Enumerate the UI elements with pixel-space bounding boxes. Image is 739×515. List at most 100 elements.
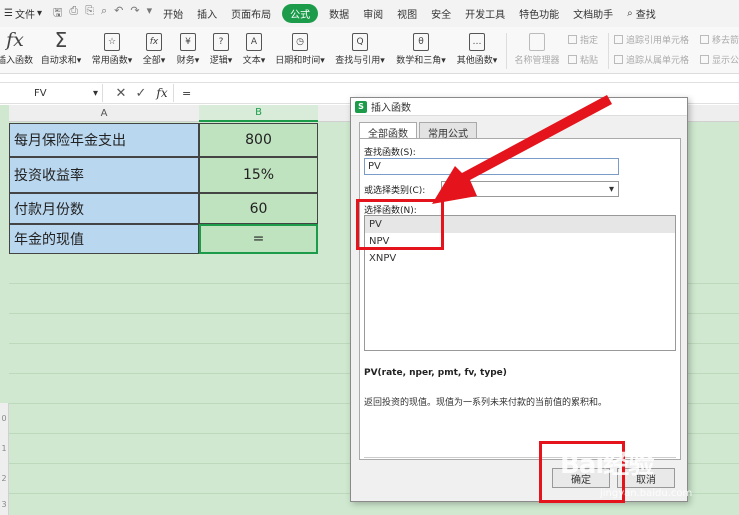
menu-item-insert[interactable]: 插入 xyxy=(190,6,224,21)
ellipsis-icon: … xyxy=(469,33,485,51)
paste-button[interactable]: 粘贴 xyxy=(568,53,598,66)
math-trig-button[interactable]: θ 数学和三角▾ xyxy=(396,27,446,74)
ribbon: fx 插入函数 Σ 自动求和▾ ☆ 常用函数▾ fx 全部▾ ¥ 财务▾ ? 逻… xyxy=(0,27,739,74)
list-item-xnpv[interactable]: XNPV xyxy=(365,250,675,267)
lookup-label: 查找与引用▾ xyxy=(335,56,385,66)
function-description: 返回投资的现值。现值为一系列未来付款的当前值的累积和。 xyxy=(364,398,608,408)
search-function-label: 查找函数(S): xyxy=(364,148,416,158)
text-button[interactable]: A 文本▾ xyxy=(240,27,268,74)
math-trig-label: 数学和三角▾ xyxy=(396,56,446,66)
preview-icon[interactable]: ⌕ xyxy=(101,4,107,23)
category-label: 或选择类别(C): xyxy=(364,186,426,196)
trace-dependents-button[interactable]: 追踪从属单元格 xyxy=(614,53,689,66)
show-formulas-label: 显示公 xyxy=(712,56,739,66)
tab-all-functions[interactable]: 全部函数 xyxy=(359,122,417,140)
name-manager-button[interactable]: 名称管理器 xyxy=(512,27,562,74)
fx-icon: fx xyxy=(6,29,24,51)
lookup-button[interactable]: Q 查找与引用▾ xyxy=(335,27,385,74)
paste-icon xyxy=(568,55,577,64)
trace-dependents-label: 追踪从属单元格 xyxy=(626,56,690,66)
lookup-icon: Q xyxy=(352,33,368,51)
cell-b1[interactable]: 800 xyxy=(199,123,318,157)
logical-button[interactable]: ? 逻辑▾ xyxy=(207,27,235,74)
menu-item-page-layout[interactable]: 页面布局 xyxy=(224,6,278,21)
dialog-panel: 查找函数(S): PV 或选择类别(C): 推 ▾ 选择函数(N): PV NP… xyxy=(359,138,681,460)
specify-button[interactable]: 指定 xyxy=(568,33,598,46)
save-icon[interactable]: 🖫 xyxy=(53,4,62,23)
cell-a1[interactable]: 每月保险年金支出 xyxy=(9,123,199,157)
all-functions-label: 全部▾ xyxy=(142,56,166,66)
menu-item-review[interactable]: 审阅 xyxy=(356,6,390,21)
category-select[interactable]: 推 ▾ xyxy=(441,181,619,197)
fx-icon[interactable]: fx xyxy=(151,86,173,100)
logical-label: 逻辑▾ xyxy=(209,56,233,66)
other-functions-button[interactable]: … 其他函数▾ xyxy=(455,27,499,74)
name-box[interactable]: FV ▾ xyxy=(0,84,103,102)
dialog-tabs: 全部函数 常用公式 xyxy=(359,122,479,140)
baidu-watermark: Bai经验 xyxy=(560,450,654,480)
chevron-down-icon: ▾ xyxy=(92,87,98,99)
more-icon[interactable]: ▾ xyxy=(147,4,153,23)
confirm-icon[interactable]: ✓ xyxy=(131,86,151,101)
question-icon: ? xyxy=(213,33,229,51)
insert-function-label: 插入函数 xyxy=(0,56,33,66)
redo-icon[interactable]: ↷ xyxy=(130,4,139,23)
row-number[interactable]: 1 xyxy=(0,433,9,463)
cell-b4-active[interactable]: = xyxy=(199,224,318,254)
yen-icon: ¥ xyxy=(180,33,196,51)
dialog-title-bar[interactable]: S 插入函数 xyxy=(351,98,687,116)
function-signature: PV(rate, nper, pmt, fv, type) xyxy=(364,368,507,378)
specify-icon xyxy=(568,35,577,44)
financial-button[interactable]: ¥ 财务▾ xyxy=(174,27,202,74)
row-number[interactable]: 0 xyxy=(0,403,9,433)
autosum-button[interactable]: Σ 自动求和▾ xyxy=(39,27,83,74)
menu-item-doc-assistant[interactable]: 文档助手 xyxy=(566,6,620,21)
export-pdf-icon[interactable]: ⎙ xyxy=(69,4,78,23)
menu-item-data[interactable]: 数据 xyxy=(322,6,356,21)
remove-arrows-icon xyxy=(700,35,709,44)
cell-a4[interactable]: 年金的现值 xyxy=(9,224,199,254)
tab-common-formulas[interactable]: 常用公式 xyxy=(419,122,477,140)
column-header-b[interactable]: B xyxy=(199,105,318,122)
search-icon: ⌕ xyxy=(627,8,633,19)
function-search-input[interactable]: PV xyxy=(364,158,619,175)
cancel-icon[interactable]: ✕ xyxy=(111,86,131,101)
common-functions-button[interactable]: ☆ 常用函数▾ xyxy=(90,27,134,74)
menu-item-security[interactable]: 安全 xyxy=(424,6,458,21)
remove-arrows-button[interactable]: 移去箭 xyxy=(700,33,739,46)
cell-a3[interactable]: 付款月份数 xyxy=(9,193,199,224)
row-number[interactable]: 2 xyxy=(0,463,9,493)
sigma-icon: Σ xyxy=(54,28,68,52)
chevron-down-icon: ▾ xyxy=(608,183,614,195)
undo-icon[interactable]: ↶ xyxy=(114,4,123,23)
trace-precedents-button[interactable]: 追踪引用单元格 xyxy=(614,33,689,46)
all-functions-button[interactable]: fx 全部▾ xyxy=(140,27,168,74)
datetime-button[interactable]: ◷ 日期和时间▾ xyxy=(275,27,325,74)
show-formulas-button[interactable]: 显示公 xyxy=(700,53,739,66)
trace-dependents-icon xyxy=(614,55,623,64)
category-value: 推 xyxy=(446,185,456,197)
file-menu[interactable]: ☰ 文件 ▾ xyxy=(0,6,49,21)
menu-item-formulas[interactable]: 公式 xyxy=(282,4,319,23)
row-number[interactable]: 3 xyxy=(0,493,9,515)
search-button[interactable]: ⌕ 查找 xyxy=(620,6,663,21)
menu-item-start[interactable]: 开始 xyxy=(156,6,190,21)
highlight-box-function-list xyxy=(356,199,444,250)
cell-b2[interactable]: 15% xyxy=(199,157,318,193)
print-icon[interactable]: ⎘ xyxy=(85,4,94,23)
datetime-label: 日期和时间▾ xyxy=(275,56,325,66)
cell-a2[interactable]: 投资收益率 xyxy=(9,157,199,193)
common-functions-label: 常用函数▾ xyxy=(91,56,133,66)
menu-item-view[interactable]: 视图 xyxy=(390,6,424,21)
dialog-title: 插入函数 xyxy=(371,103,411,114)
insert-function-button[interactable]: fx 插入函数 xyxy=(0,27,36,74)
cell-b3[interactable]: 60 xyxy=(199,193,318,224)
menu-item-developer[interactable]: 开发工具 xyxy=(458,6,512,21)
menu-item-features[interactable]: 特色功能 xyxy=(512,6,566,21)
ribbon-separator xyxy=(608,33,609,69)
menu-bar: ☰ 文件 ▾ 🖫 ⎙ ⎘ ⌕ ↶ ↷ ▾ 开始 插入 页面布局 公式 数据 审阅… xyxy=(0,0,739,27)
file-menu-label: 文件 xyxy=(14,10,35,21)
wps-logo-icon: S xyxy=(355,100,367,113)
column-header-a[interactable]: A xyxy=(9,105,199,122)
paste-label: 粘贴 xyxy=(580,56,599,66)
